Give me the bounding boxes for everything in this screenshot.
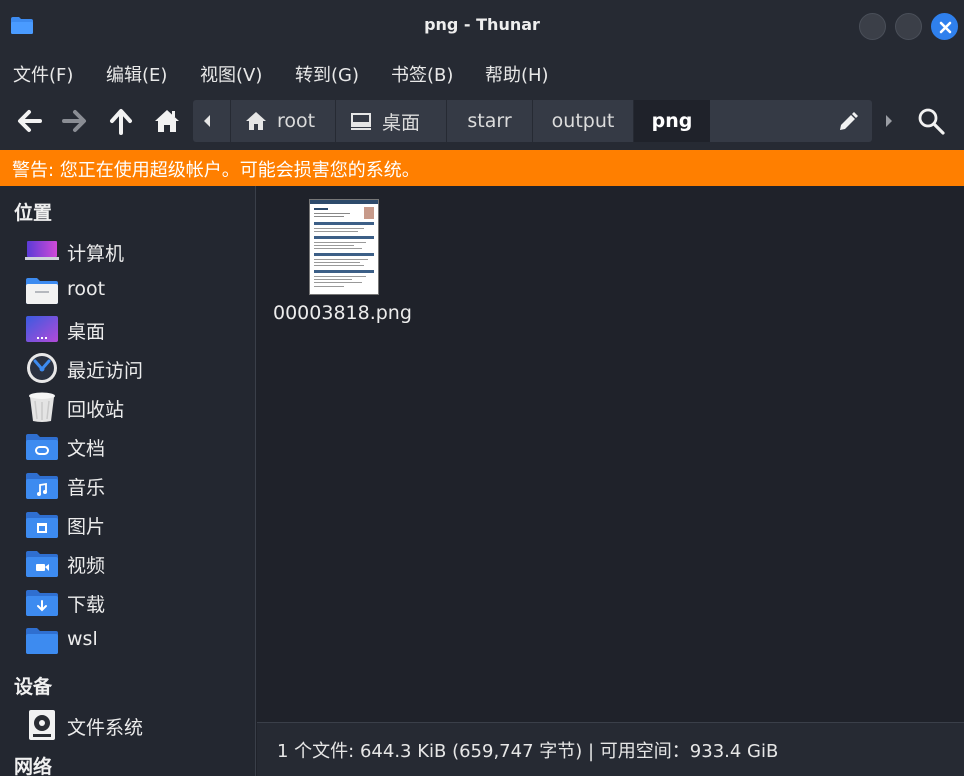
scroll-left-button[interactable] (193, 100, 231, 142)
recent-clock-icon (27, 353, 57, 383)
sidebar-item-root[interactable]: root (25, 272, 245, 308)
folder-icon (26, 628, 58, 654)
title-bar: png - Thunar (0, 0, 964, 52)
breadcrumb-label: starr (467, 110, 512, 132)
breadcrumb-root[interactable]: root (231, 100, 336, 142)
sidebar-item-label: 图片 (67, 516, 106, 538)
sidebar-item-label: 回收站 (67, 399, 125, 421)
pencil-icon[interactable] (838, 112, 858, 132)
scroll-right-icon[interactable] (884, 114, 894, 128)
sidebar-item-label: root (67, 278, 106, 300)
breadcrumb-png[interactable]: png (634, 100, 710, 142)
downloads-folder-icon (26, 590, 58, 616)
search-icon[interactable] (916, 106, 946, 136)
menu-bar: 文件(F) 编辑(E) 视图(V) 转到(G) 书签(B) 帮助(H) (0, 52, 964, 92)
file-name: 00003818.png (273, 302, 412, 324)
menu-help[interactable]: 帮助(H) (485, 61, 549, 87)
status-text: 1 个文件: 644.3 KiB (659,747 字节) | 可用空间：933… (277, 741, 779, 762)
videos-folder-icon (26, 551, 58, 577)
music-folder-icon (26, 473, 58, 499)
location-entry[interactable] (710, 100, 872, 142)
breadcrumb-starr[interactable]: starr (447, 100, 533, 142)
network-heading: 网络 (14, 756, 53, 776)
close-button[interactable] (931, 13, 958, 40)
sidebar-item-filesystem[interactable]: 文件系统 (25, 707, 245, 743)
pictures-folder-icon (26, 512, 58, 538)
sidebar-item-wsl[interactable]: wsl (25, 622, 245, 658)
warning-text: 警告: 您正在使用超级帐户。可能会损害您的系统。 (12, 160, 420, 181)
sidebar-item-label: wsl (67, 628, 98, 650)
maximize-button[interactable] (895, 13, 922, 40)
sidebar-item-label: 桌面 (67, 321, 106, 343)
sidebar-item-videos[interactable]: 视频 (25, 545, 245, 581)
menu-file[interactable]: 文件(F) (13, 61, 73, 87)
menu-go[interactable]: 转到(G) (295, 61, 359, 87)
desktop-icon (351, 113, 371, 130)
status-bar: 1 个文件: 644.3 KiB (659,747 字节) | 可用空间：933… (257, 722, 964, 776)
breadcrumb-label: output (551, 110, 615, 132)
sidebar-item-music[interactable]: 音乐 (25, 467, 245, 503)
sidebar-item-computer[interactable]: 计算机 (25, 233, 245, 269)
home-icon[interactable] (152, 106, 182, 136)
root-warning-banner: 警告: 您正在使用超级帐户。可能会损害您的系统。 (0, 150, 964, 186)
sidebar-item-label: 文件系统 (67, 717, 144, 739)
desktop-icon (26, 316, 58, 342)
home-icon (246, 112, 266, 130)
places-heading: 位置 (14, 202, 53, 224)
sidebar-item-label: 视频 (67, 555, 106, 577)
computer-icon (25, 241, 59, 260)
up-arrow-icon[interactable] (106, 106, 136, 136)
menu-bookmarks[interactable]: 书签(B) (391, 61, 453, 87)
file-view[interactable]: 00003818.png (257, 186, 964, 722)
window-title: png - Thunar (424, 15, 540, 34)
sidebar-item-label: 计算机 (67, 243, 125, 265)
image-thumbnail-icon (310, 200, 378, 294)
minimize-button[interactable] (859, 13, 886, 40)
sidebar-item-desktop[interactable]: 桌面 (25, 311, 245, 347)
trash-icon (29, 392, 55, 422)
sidebar: 位置 计算机 root 桌面 最近访问 回收站 文档 音乐 图片 视频 下载 w… (0, 186, 256, 776)
close-icon (939, 21, 952, 34)
forward-arrow-icon[interactable] (60, 106, 90, 136)
sidebar-item-recent[interactable]: 最近访问 (25, 350, 245, 386)
breadcrumb-label: png (651, 110, 693, 132)
menu-view[interactable]: 视图(V) (200, 61, 262, 87)
devices-heading: 设备 (14, 676, 53, 698)
documents-folder-icon (26, 434, 58, 460)
sidebar-item-documents[interactable]: 文档 (25, 428, 245, 464)
sidebar-item-label: 文档 (67, 438, 106, 460)
breadcrumb-label: root (277, 110, 316, 132)
sidebar-item-label: 下载 (67, 594, 106, 616)
scroll-left-icon (203, 115, 210, 127)
menu-edit[interactable]: 编辑(E) (106, 61, 167, 87)
sidebar-item-downloads[interactable]: 下载 (25, 584, 245, 620)
sidebar-item-trash[interactable]: 回收站 (25, 389, 245, 425)
breadcrumb-label: 桌面 (382, 111, 421, 134)
home-folder-icon (26, 278, 58, 304)
back-arrow-icon[interactable] (14, 106, 44, 136)
breadcrumb: root 桌面 starr output png (193, 100, 710, 142)
sidebar-item-label: 音乐 (67, 477, 106, 499)
breadcrumb-desktop[interactable]: 桌面 (336, 100, 447, 142)
sidebar-item-pictures[interactable]: 图片 (25, 506, 245, 542)
drive-icon (29, 710, 55, 740)
breadcrumb-output[interactable]: output (533, 100, 634, 142)
sidebar-item-label: 最近访问 (67, 360, 144, 382)
